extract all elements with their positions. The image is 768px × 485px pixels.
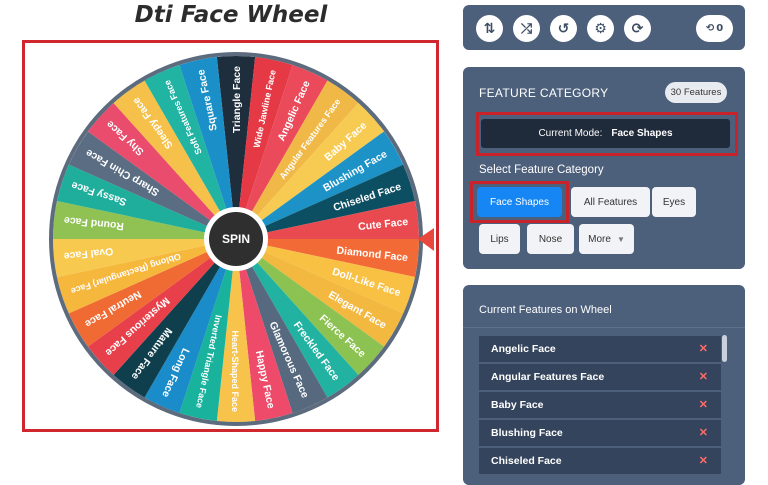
wheel-container: Triangle Face Wide Jawline Face Angelic Fa… (22, 40, 439, 432)
list-item: Baby Face ✕ (479, 391, 721, 418)
feature-name: Blushing Face (491, 427, 563, 439)
feature-name: Baby Face (491, 399, 544, 411)
sort-icon[interactable]: ⇅ (476, 15, 503, 42)
mode-value: Face Shapes (611, 128, 673, 139)
remove-icon[interactable]: ✕ (699, 398, 708, 411)
category-more-dropdown[interactable]: More ▼ (579, 224, 634, 254)
page-title: Dti Face Wheel (134, 2, 328, 28)
list-item: Chiseled Face ✕ (479, 447, 721, 474)
current-mode-display: Current Mode: Face Shapes (481, 119, 730, 148)
mode-label: Current Mode: (538, 128, 603, 139)
toolbar: ⇅ ⤮ ↺ ⚙ ⟳ ⟲ 0 (463, 5, 745, 50)
spin-count: 0 (716, 23, 724, 34)
list-item: Blushing Face ✕ (479, 419, 721, 446)
feature-name: Chiseled Face (491, 455, 562, 467)
list-item: Angular Features Face ✕ (479, 363, 721, 390)
list-item: Angelic Face ✕ (479, 335, 721, 362)
feature-count-badge: 30 Features (665, 82, 727, 103)
select-category-label: Select Feature Category (479, 164, 604, 176)
chevron-down-icon: ▼ (616, 234, 625, 244)
features-title: Current Features on Wheel (479, 304, 612, 316)
feature-name: Angular Features Face (491, 371, 605, 383)
settings-icon[interactable]: ⚙ (587, 15, 614, 42)
remove-icon[interactable]: ✕ (699, 342, 708, 355)
remove-icon[interactable]: ✕ (699, 454, 708, 467)
current-features-panel: Current Features on Wheel Angelic Face ✕… (463, 285, 745, 485)
category-all-features-button[interactable]: All Features (571, 187, 650, 217)
category-eyes-button[interactable]: Eyes (652, 187, 696, 217)
repeat-icon: ⟲ (705, 23, 715, 34)
category-face-shapes-button[interactable]: Face Shapes (477, 187, 562, 217)
refresh-icon[interactable]: ⟳ (624, 15, 651, 42)
wheel-segment-label: Triangle Face (231, 66, 243, 133)
spin-counter-button[interactable]: ⟲ 0 (696, 15, 733, 42)
remove-icon[interactable]: ✕ (699, 426, 708, 439)
category-nose-button[interactable]: Nose (527, 224, 574, 254)
more-label: More (588, 233, 611, 245)
spin-wheel[interactable]: Triangle Face Wide Jawline FaceAngelic Fa… (25, 43, 436, 429)
history-icon[interactable]: ↺ (550, 15, 577, 42)
feature-list[interactable]: Angelic Face ✕ Angular Features Face ✕ B… (479, 335, 721, 485)
scrollbar[interactable] (722, 335, 727, 362)
wheel-segment-label: Heart-Shaped Face (230, 330, 240, 412)
remove-icon[interactable]: ✕ (699, 370, 708, 383)
divider (463, 327, 745, 328)
category-lips-button[interactable]: Lips (479, 224, 520, 254)
feature-category-panel: FEATURE CATEGORY 30 Features Current Mod… (463, 67, 745, 269)
spin-button[interactable]: SPIN (204, 207, 268, 271)
feature-name: Angelic Face (491, 343, 556, 355)
category-title: FEATURE CATEGORY (479, 86, 609, 100)
shuffle-icon[interactable]: ⤮ (513, 15, 540, 42)
spin-button-label: SPIN (222, 232, 250, 246)
